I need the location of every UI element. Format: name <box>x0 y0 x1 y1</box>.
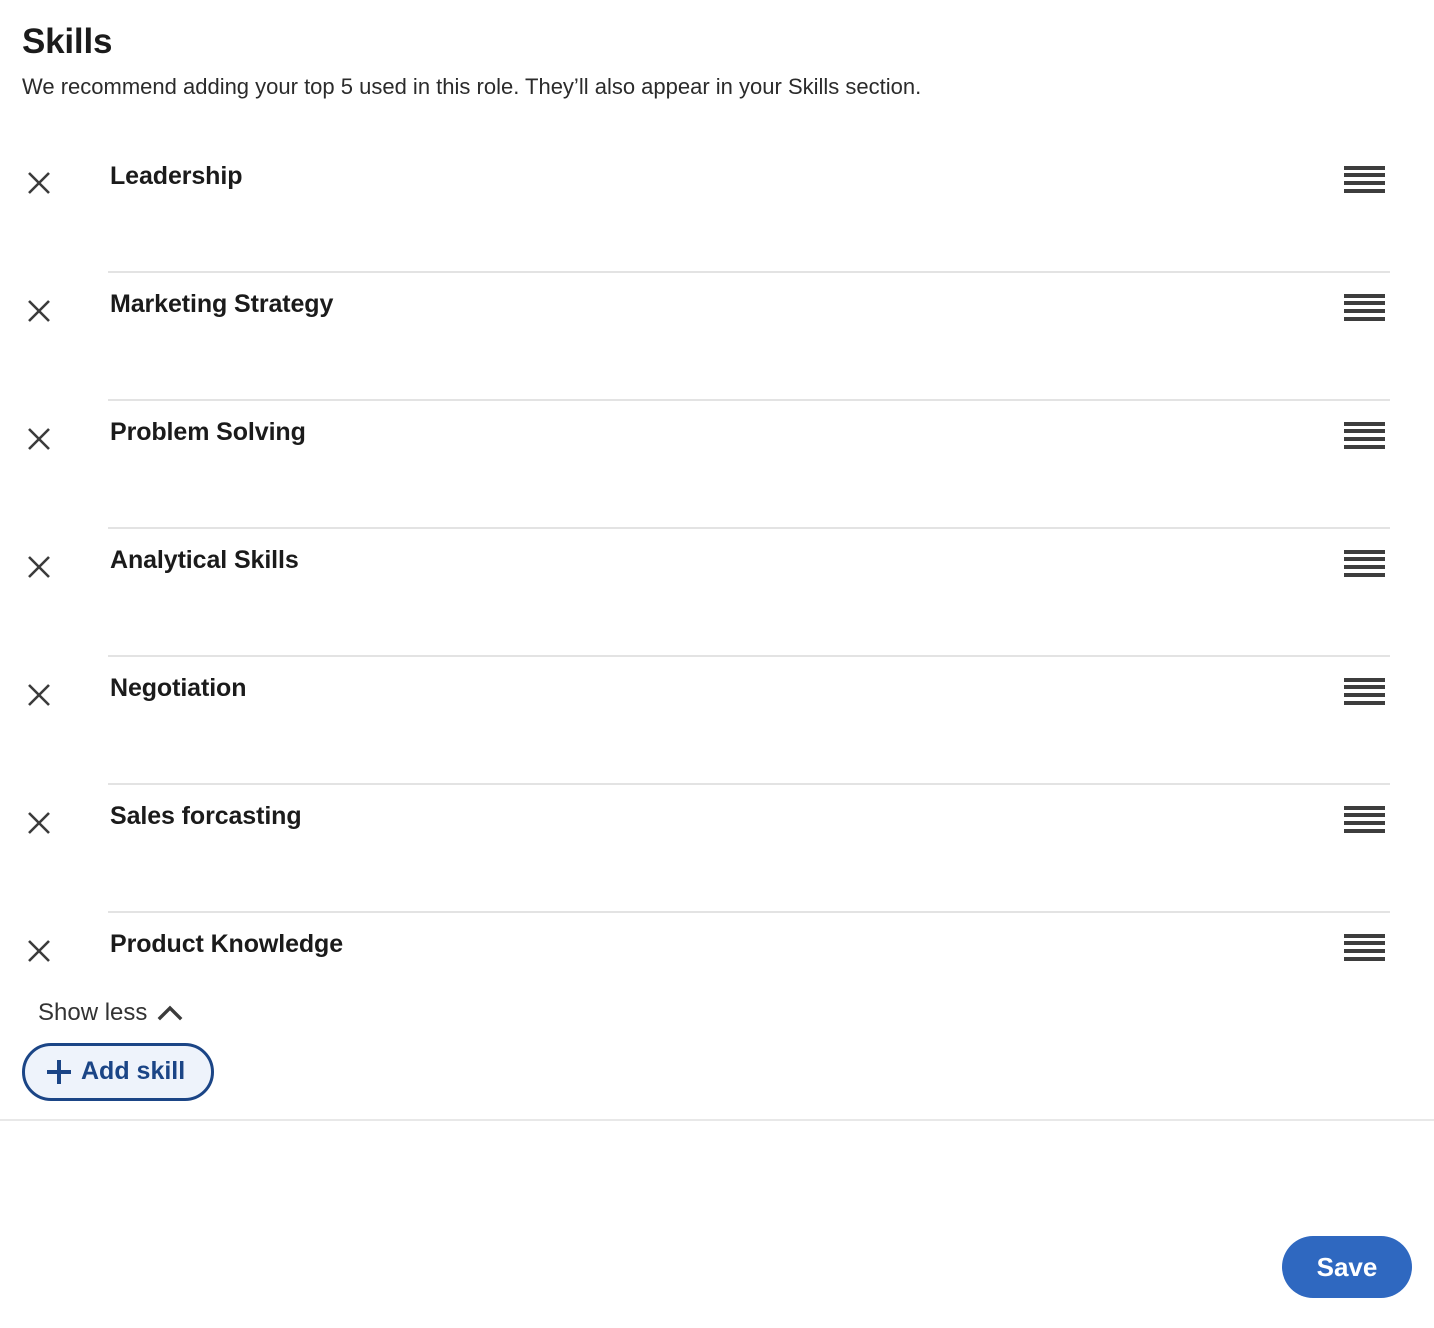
close-icon <box>28 683 50 706</box>
add-skill-row: Add skill <box>0 1042 1434 1101</box>
show-less-row: Show less <box>0 995 1434 1031</box>
add-skill-button[interactable]: Add skill <box>22 1042 215 1101</box>
remove-skill-button[interactable] <box>26 419 86 459</box>
add-skill-label: Add skill <box>81 1057 186 1086</box>
drag-handle-icon[interactable] <box>1344 547 1390 577</box>
remove-skill-button[interactable] <box>26 547 86 587</box>
footer-divider <box>0 1118 1434 1121</box>
close-icon <box>28 811 50 834</box>
skill-label: Marketing Strategy <box>110 289 334 318</box>
remove-skill-button[interactable] <box>26 291 86 331</box>
close-icon <box>28 939 50 962</box>
plus-icon <box>47 1059 71 1084</box>
drag-handle-icon[interactable] <box>1344 931 1390 961</box>
page-title: Skills <box>22 22 113 61</box>
remove-skill-button[interactable] <box>26 163 86 203</box>
skills-list: Leadership Marketing Strategy Problem So… <box>0 145 1434 985</box>
skill-row: Negotiation <box>0 657 1412 785</box>
panel-footer: Save <box>0 1206 1434 1328</box>
skill-row: Product Knowledge <box>0 913 1412 985</box>
drag-handle-icon[interactable] <box>1344 419 1390 449</box>
skill-row: Sales forcasting <box>0 785 1412 913</box>
skill-row: Analytical Skills <box>0 529 1412 657</box>
drag-handle-icon[interactable] <box>1344 675 1390 705</box>
save-button[interactable]: Save <box>1282 1236 1412 1298</box>
skill-label: Leadership <box>110 161 243 190</box>
close-icon <box>28 555 50 578</box>
page-subtitle: We recommend adding your top 5 used in t… <box>22 74 922 100</box>
drag-handle-icon[interactable] <box>1344 163 1390 193</box>
close-icon <box>28 427 50 450</box>
skills-content-area: Skills We recommend adding your top 5 us… <box>0 0 1434 1206</box>
drag-handle-icon[interactable] <box>1344 291 1390 321</box>
skills-edit-panel: Skills We recommend adding your top 5 us… <box>0 0 1434 1328</box>
show-less-button[interactable]: Show less <box>36 995 185 1031</box>
chevron-up-icon <box>157 1005 183 1021</box>
skill-label: Sales forcasting <box>110 801 302 830</box>
remove-skill-button[interactable] <box>26 803 86 843</box>
remove-skill-button[interactable] <box>26 675 86 715</box>
skill-label: Negotiation <box>110 673 247 702</box>
close-icon <box>28 299 50 322</box>
skill-label: Product Knowledge <box>110 929 344 958</box>
skill-label: Problem Solving <box>110 417 306 446</box>
skill-row: Problem Solving <box>0 401 1412 529</box>
skill-label: Analytical Skills <box>110 545 299 574</box>
skill-row: Leadership <box>0 145 1412 273</box>
drag-handle-icon[interactable] <box>1344 803 1390 833</box>
show-less-label: Show less <box>38 998 148 1026</box>
skill-row: Marketing Strategy <box>0 273 1412 401</box>
remove-skill-button[interactable] <box>26 931 86 971</box>
skills-header: Skills We recommend adding your top 5 us… <box>0 0 1434 101</box>
close-icon <box>28 171 50 194</box>
